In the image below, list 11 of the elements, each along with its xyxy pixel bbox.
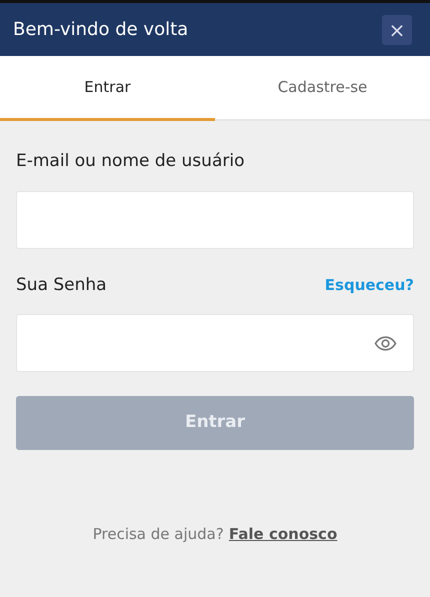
- field-label: E-mail ou nome de usuário: [16, 150, 246, 173]
- close-button[interactable]: ×: [382, 14, 412, 44]
- password-field[interactable]: [16, 314, 414, 372]
- tab[interactable]: Cadastre-se: [215, 56, 430, 121]
- dialog-title: Bem-vindo de volta: [13, 18, 188, 42]
- help-text: Precisa de ajuda?: [92, 525, 224, 543]
- tab[interactable]: Entrar: [0, 56, 215, 121]
- field-label: Sua Senha: [16, 274, 107, 296]
- username-field[interactable]: [16, 190, 414, 248]
- eye-icon[interactable]: [374, 336, 397, 350]
- contact-link[interactable]: Fale conosco: [228, 525, 338, 543]
